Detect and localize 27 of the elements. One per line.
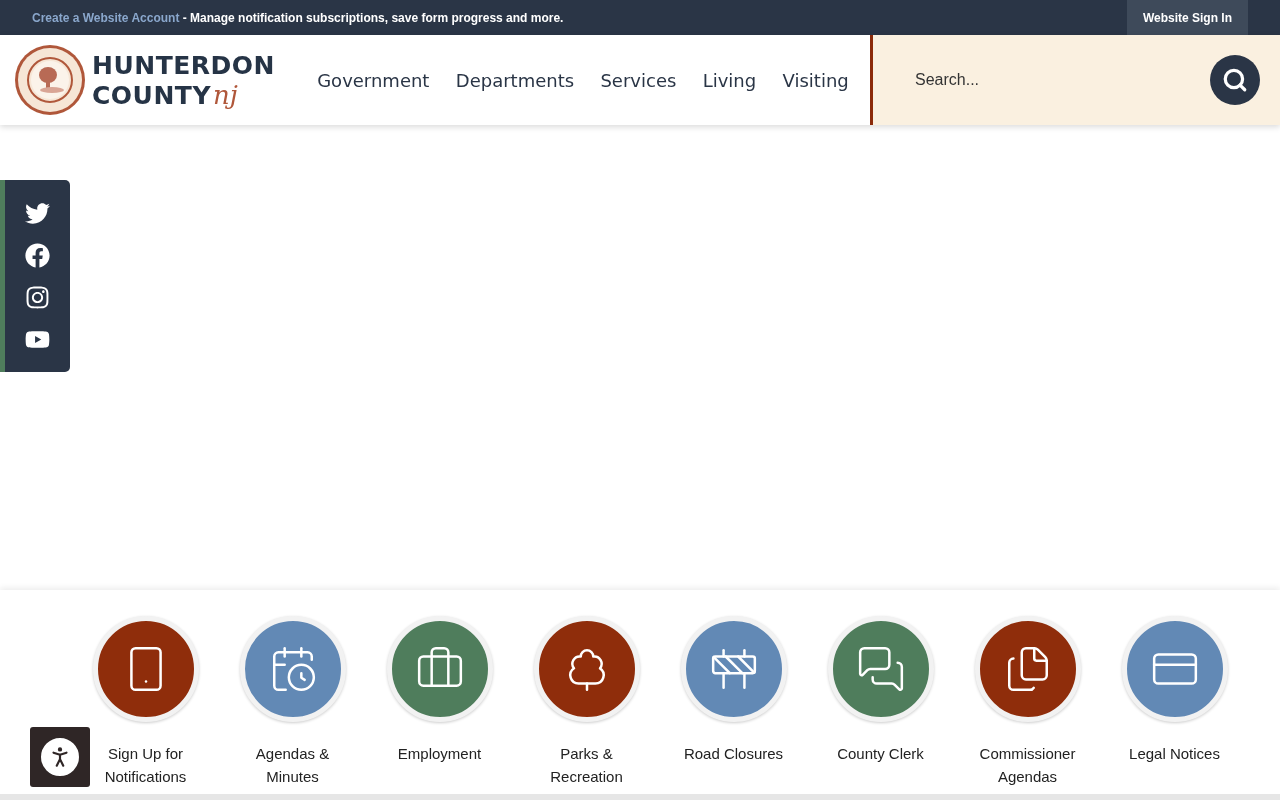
logo-subtitle: COUNTY: [92, 80, 211, 110]
accessibility-button[interactable]: [30, 727, 90, 787]
search-button[interactable]: [1210, 55, 1260, 105]
account-message: - Manage notification subscriptions, save form progress and more.: [181, 10, 564, 25]
nav-link[interactable]: Government: [317, 69, 430, 91]
county-seal-drawing: [14, 44, 86, 116]
quick-link[interactable]: Sign Up for Notifications: [72, 616, 219, 794]
search-field[interactable]: Search...: [913, 70, 1200, 90]
facebook-icon[interactable]: [25, 242, 50, 268]
quick-link[interactable]: Legal Notices: [1101, 616, 1248, 794]
nav-link[interactable]: Visiting: [782, 69, 849, 91]
instagram-icon[interactable]: [25, 284, 50, 310]
quick-link[interactable]: Road Closures: [660, 616, 807, 794]
quick-link[interactable]: Employment: [366, 616, 513, 794]
nav-link[interactable]: Services: [600, 69, 677, 91]
quick-link[interactable]: Agendas & Minutes: [219, 616, 366, 794]
logo-script: nj: [213, 79, 238, 110]
create-account-link[interactable]: Create a Website Account: [32, 10, 180, 25]
logo-title: HUNTERDON: [92, 50, 275, 80]
quick-link[interactable]: Parks & Recreation: [513, 616, 660, 794]
twitter-icon[interactable]: [25, 200, 50, 226]
nav-link[interactable]: Departments: [455, 69, 575, 91]
sign-in-button[interactable]: Website Sign In: [1126, 0, 1248, 35]
quick-link[interactable]: County Clerk: [807, 616, 954, 794]
quick-link[interactable]: Commissioner Agendas: [954, 616, 1101, 794]
search-icon: [1222, 67, 1248, 93]
nav-link[interactable]: Living: [702, 69, 757, 91]
